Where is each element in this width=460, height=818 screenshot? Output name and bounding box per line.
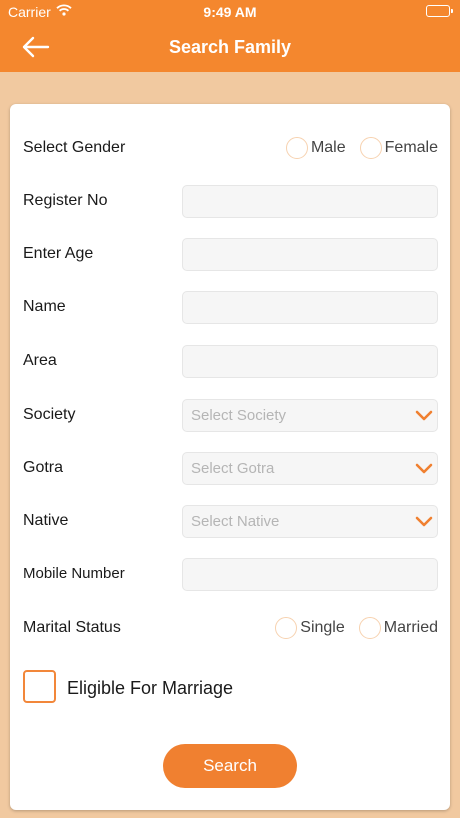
eligible-for-marriage-checkbox[interactable] xyxy=(23,670,56,703)
mobile-number-input[interactable] xyxy=(182,558,438,591)
register-no-label: Register No xyxy=(23,192,108,209)
gender-male-radio[interactable]: Male xyxy=(285,137,346,159)
eligible-for-marriage-label: Eligible For Marriage xyxy=(67,678,234,698)
marital-status-radio-group: Single Married xyxy=(261,614,438,642)
mobile-label: Mobile Number xyxy=(23,565,125,582)
native-label: Native xyxy=(23,512,69,529)
gender-label: Select Gender xyxy=(23,139,126,156)
status-bar: Carrier 9:49 AM xyxy=(0,0,460,24)
chevron-down-icon xyxy=(415,409,433,427)
area-label: Area xyxy=(23,352,57,369)
battery-icon xyxy=(426,5,453,17)
register-no-row: Register No xyxy=(10,185,450,219)
society-label: Society xyxy=(23,406,76,423)
age-label: Enter Age xyxy=(23,245,94,262)
radio-circle-icon xyxy=(285,137,308,159)
gotra-placeholder: Select Gotra xyxy=(191,460,275,477)
marital-status-label: Marital Status xyxy=(23,619,121,636)
native-select[interactable]: Select Native xyxy=(182,505,438,538)
native-placeholder: Select Native xyxy=(191,513,280,530)
gender-male-label: Male xyxy=(310,139,346,156)
register-no-input[interactable] xyxy=(182,185,438,218)
marital-married-radio[interactable]: Married xyxy=(358,617,438,639)
radio-circle-icon xyxy=(275,617,298,639)
gender-row: Select Gender Male Female xyxy=(10,132,450,166)
radio-circle-icon xyxy=(358,617,381,639)
gotra-label: Gotra xyxy=(23,459,64,476)
native-row: Native Select Native xyxy=(10,505,450,539)
radio-circle-icon xyxy=(359,137,382,159)
society-select[interactable]: Select Society xyxy=(182,399,438,432)
chevron-down-icon xyxy=(415,462,433,480)
chevron-down-icon xyxy=(415,515,433,533)
marital-single-label: Single xyxy=(300,619,345,636)
gotra-select[interactable]: Select Gotra xyxy=(182,452,438,485)
search-button[interactable]: Search xyxy=(163,744,297,788)
marital-status-row: Marital Status Single Married xyxy=(10,612,450,646)
marital-married-label: Married xyxy=(383,619,438,636)
name-label: Name xyxy=(23,298,66,315)
status-time: 9:49 AM xyxy=(203,4,257,20)
app-header: Carrier 9:49 AM Search Family xyxy=(0,0,460,72)
gender-female-radio[interactable]: Female xyxy=(359,137,438,159)
age-input[interactable] xyxy=(182,238,438,271)
marital-single-radio[interactable]: Single xyxy=(275,617,345,639)
page-title: Search Family xyxy=(168,37,292,57)
society-placeholder: Select Society xyxy=(191,407,287,424)
name-row: Name xyxy=(10,291,450,325)
gender-radio-group: Male Female xyxy=(272,134,438,162)
gender-female-label: Female xyxy=(384,139,438,156)
search-form-card: Select Gender Male Female Register No En… xyxy=(10,104,450,810)
area-input[interactable] xyxy=(182,345,438,378)
age-row: Enter Age xyxy=(10,238,450,272)
area-row: Area xyxy=(10,345,450,379)
society-row: Society Select Society xyxy=(10,399,450,433)
name-input[interactable] xyxy=(182,291,438,324)
gotra-row: Gotra Select Gotra xyxy=(10,452,450,486)
mobile-row: Mobile Number xyxy=(10,558,450,592)
